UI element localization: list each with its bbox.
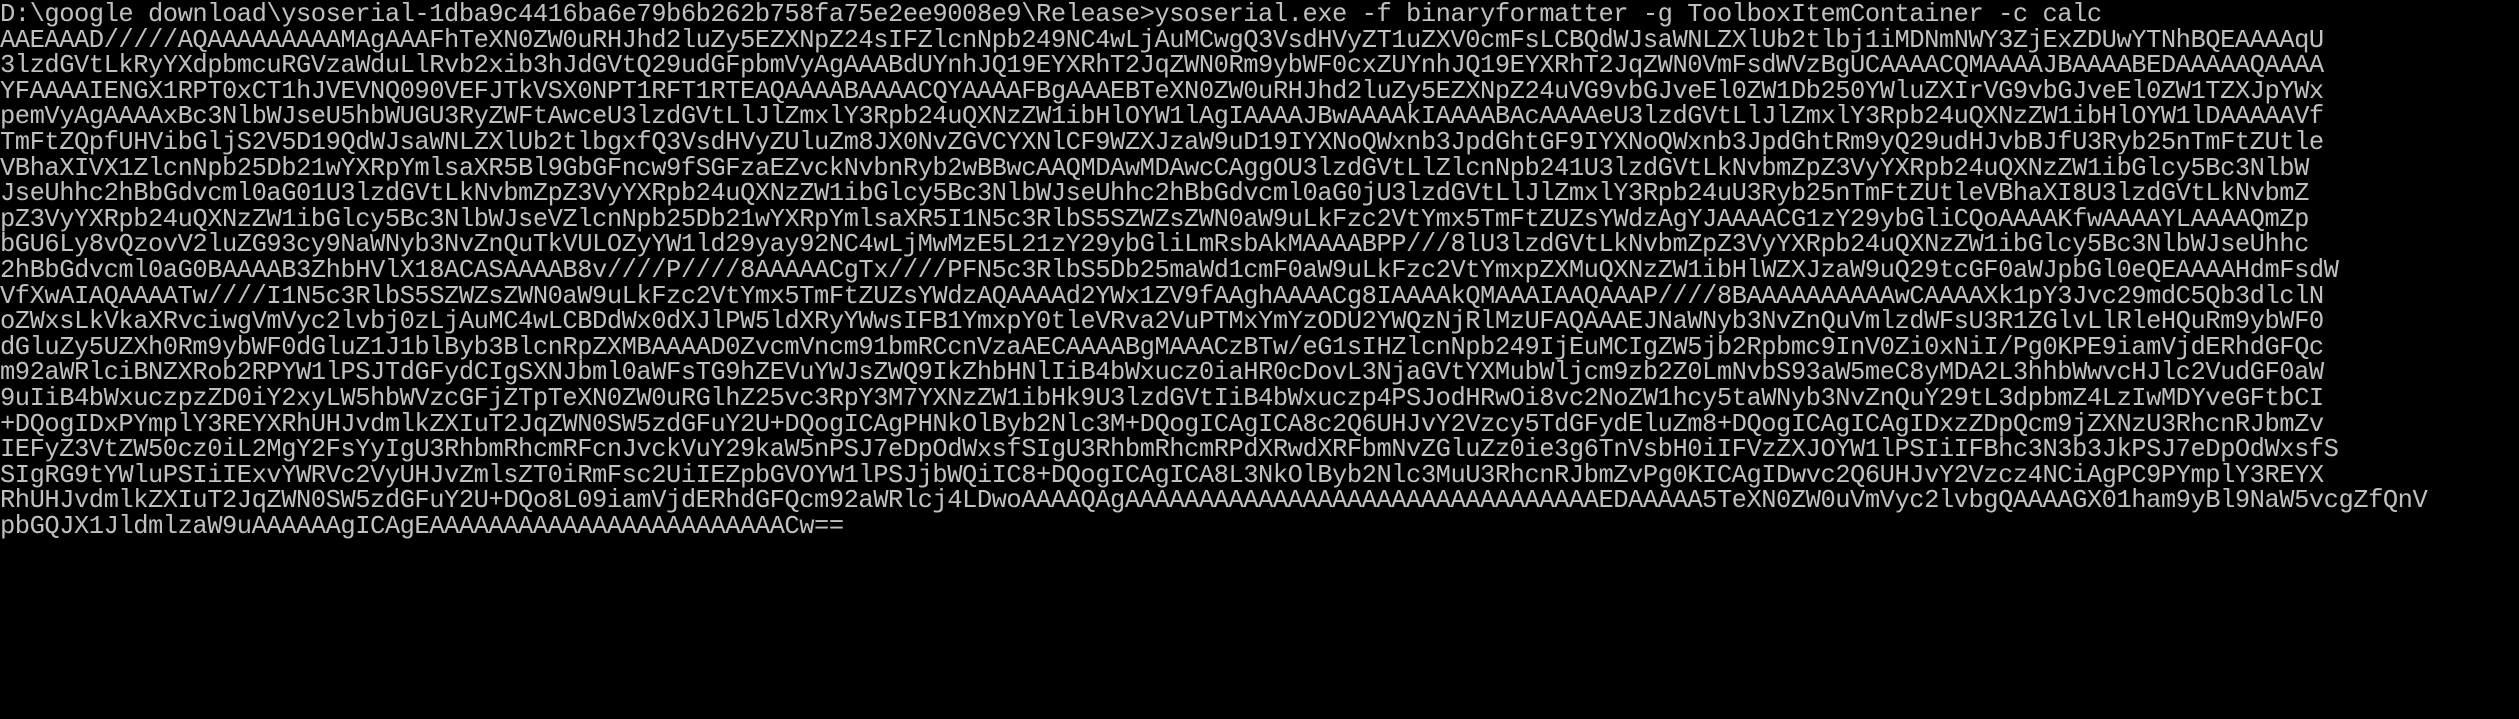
output-line: oZWxsLkVkaXRvciwgVmVyc2lvbj0zLjAuMC4wLCB… (0, 309, 2324, 335)
output-line: YFAAAAIENGX1RPT0xCT1hJVEVNQ090VEFJTkVSX0… (0, 78, 2324, 105)
output-line: 3lzdGVtLkRyYXdpbmcuRGVzaWduLlRvb2xib3hJd… (0, 53, 2324, 79)
output-line: +DQogIDxPYmplY3REYXRhUHJvdmlkZXIuT2JqZWN… (0, 411, 2324, 438)
output-line: pbGQJX1JldmlzaW9uAAAAAAgICAgEAAAAAAAAAAA… (0, 513, 844, 540)
console-output: D:\google download\ysoserial-1dba9c4416b… (0, 2, 2519, 539)
console-window[interactable]: D:\google download\ysoserial-1dba9c4416b… (0, 0, 2519, 719)
output-line: pZ3VyYXRpb24uQXNzZW1ibGlcy5Bc3NlbWJseVZl… (0, 206, 2309, 233)
output-line: VBhaXIVX1ZlcnNpb25Db21wYXRpYmlsaXR5Bl9Gb… (0, 155, 2309, 182)
output-line: JseUhhc2hBbGdvcml0aG01U3lzdGVtLkNvbmZpZ3… (0, 181, 2309, 207)
output-line: m92aWRlciBNZXRob2RPYW1lPSJTdGFydCIgSXNJb… (0, 360, 2324, 386)
output-line: TmFtZQpfUHVibGljS2V5D19QdWJsaWNLZXlUb2tl… (0, 129, 2324, 156)
output-line: SIgRG9tYWluPSIiIExvYWRVc2VyUHJvZmlsZT0iR… (0, 462, 2324, 489)
output-line: RhUHJvdmlkZXIuT2JqZWN0SW5zdGFuY2U+DQo8L0… (0, 488, 2428, 514)
output-line: AAEAAAD/////AQAAAAAAAAAMAgAAAFhTeXN0ZW0u… (0, 27, 2324, 54)
output-line: IEFyZ3VtZW50cz0iL2MgY2FsYyIgU3RhbmRhcmRF… (0, 437, 2339, 463)
command-line: D:\google download\ysoserial-1dba9c4416b… (0, 2, 2102, 28)
output-line: pemVyAgAAAAxBc3NlbWJseU5hbWUGU3RyZWFtAwc… (0, 104, 2324, 130)
output-line: 2hBbGdvcml0aG0BAAAAB3ZhbHVlX18ACASAAAAB8… (0, 257, 2339, 284)
output-line: VfXwAIAQAAAATw////I1N5c3RlbS5SZWZsZWN0aW… (0, 283, 2324, 310)
output-line: 9uIiB4bWxuczpzZD0iY2xyLW5hbWVzcGFjZTpTeX… (0, 385, 2324, 412)
output-line: bGU6Ly8vQzovV2luZG93cy9NaWNyb3NvZnQuTkVU… (0, 232, 2309, 258)
output-line: dGluZy5UZXh0Rm9ybWF0dGluZ1J1blByb3BlcnRp… (0, 334, 2324, 361)
